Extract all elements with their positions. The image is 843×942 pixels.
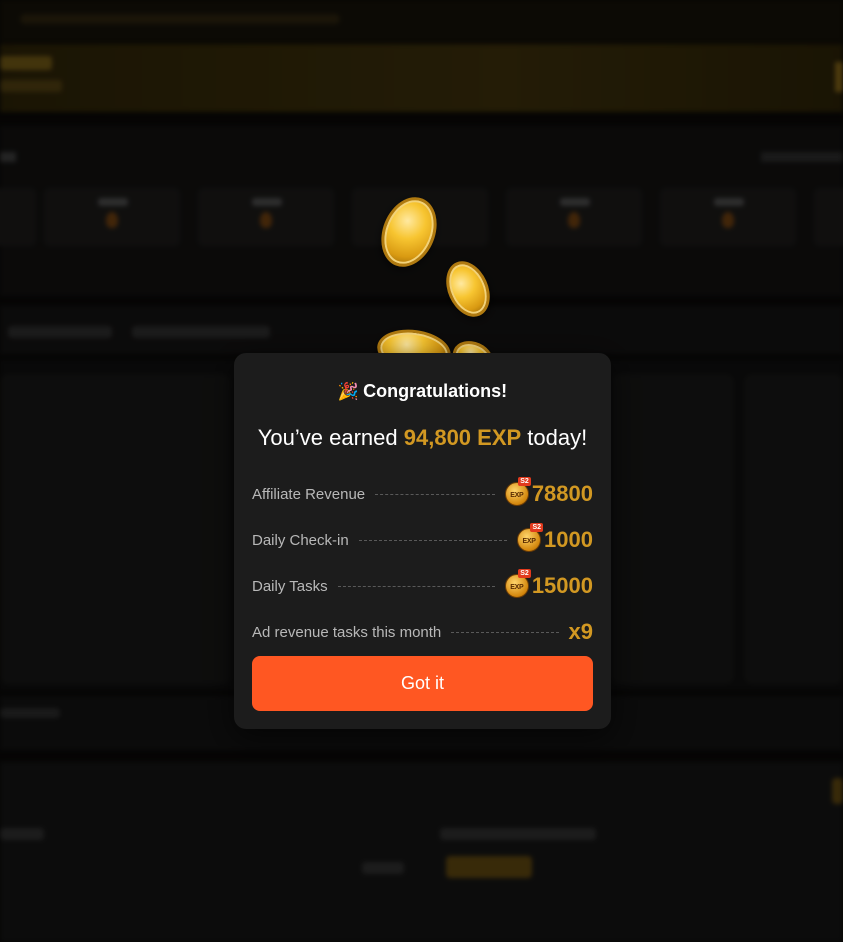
party-popper-icon: 🎉 <box>337 382 360 401</box>
reward-row-label: Daily Check-in <box>252 531 349 549</box>
reward-row-amount: 15000 <box>531 573 593 598</box>
reward-row-amount: 78800 <box>531 481 593 506</box>
exp-s2-coin-icon: EXP S2 <box>504 569 531 598</box>
reward-row-checkin: Daily Check-in EXP S2 1000 <box>252 517 593 563</box>
dotted-leader <box>337 585 495 587</box>
headline-amount: 94,800 EXP <box>403 425 522 450</box>
exp-s2-coin-icon: EXP S2 <box>504 477 531 506</box>
dotted-leader <box>375 493 495 495</box>
reward-row-amount: 1000 <box>544 527 593 552</box>
reward-row-label: Daily Tasks <box>252 577 328 595</box>
got-it-button[interactable]: Got it <box>252 656 593 711</box>
reward-breakdown: Affiliate Revenue EXP S2 78800 Daily Chec… <box>252 471 593 655</box>
reward-row-value: EXP S2 78800 <box>504 477 593 507</box>
headline-suffix: today! <box>521 425 588 450</box>
reward-row-amount: x9 <box>568 619 593 644</box>
modal-title-text: Congratulations! <box>363 381 508 401</box>
dotted-leader <box>358 539 508 541</box>
exp-s2-coin-icon: EXP S2 <box>517 523 544 552</box>
reward-row-label: Ad revenue tasks this month <box>252 623 442 641</box>
reward-row-ad-revenue: Ad revenue tasks this month x9 <box>252 609 593 655</box>
reward-row-value: EXP S2 15000 <box>504 569 593 599</box>
reward-modal: 🎉 Congratulations! You’ve earned 94,800 E… <box>234 353 611 729</box>
headline-prefix: You’ve earned <box>257 425 404 450</box>
reward-row-value: x9 <box>569 619 593 645</box>
modal-title: 🎉 Congratulations! <box>234 381 611 402</box>
reward-row-tasks: Daily Tasks EXP S2 15000 <box>252 563 593 609</box>
dotted-leader <box>451 631 559 633</box>
reward-row-affiliate: Affiliate Revenue EXP S2 78800 <box>252 471 593 517</box>
earned-headline: You’ve earned 94,800 EXP today! <box>234 425 611 451</box>
reward-row-label: Affiliate Revenue <box>252 485 366 503</box>
reward-row-value: EXP S2 1000 <box>517 523 593 553</box>
